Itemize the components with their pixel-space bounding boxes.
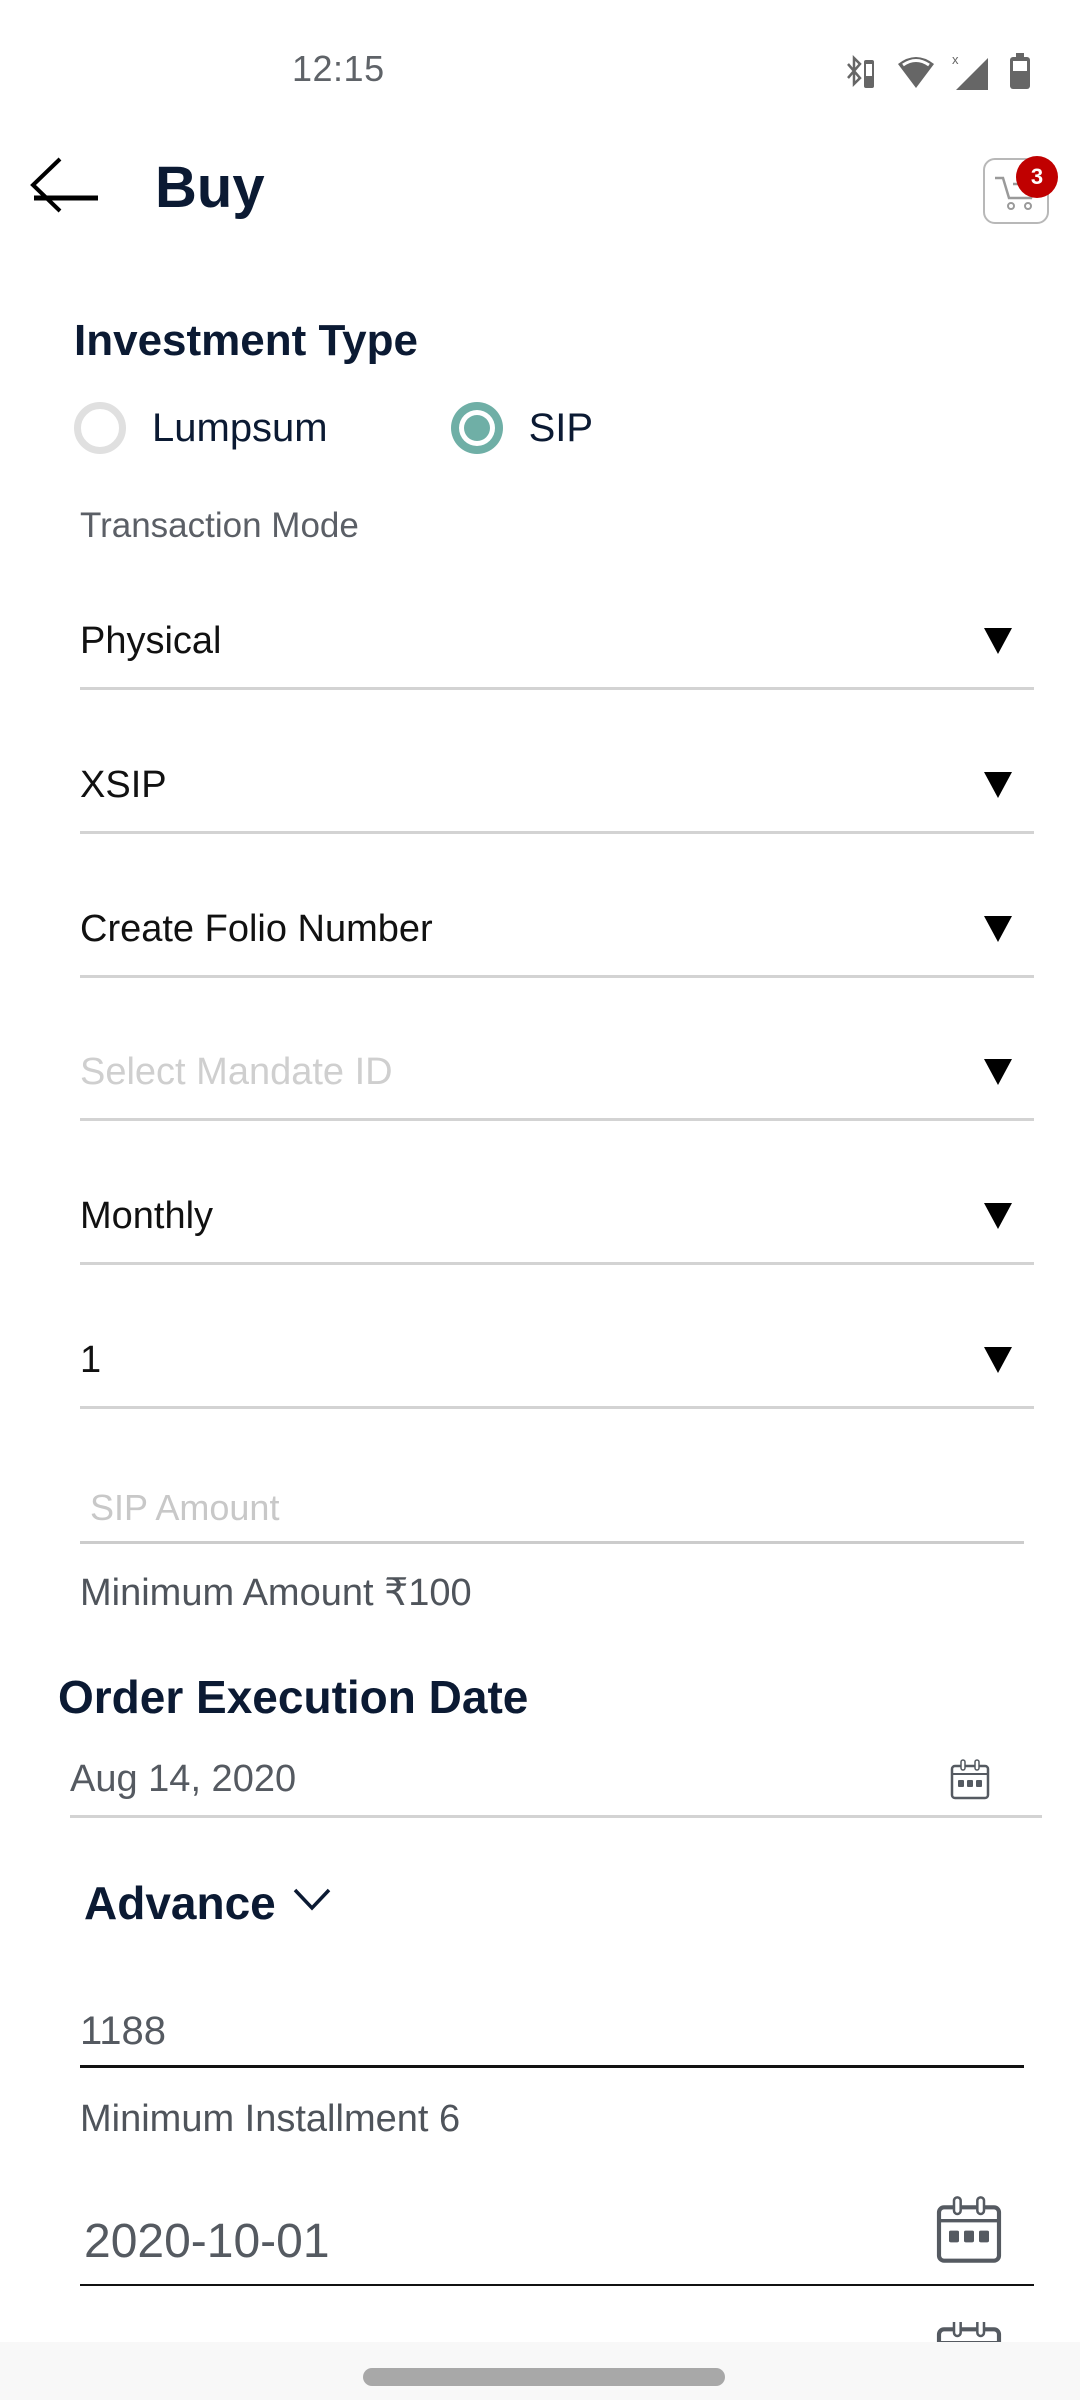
radio-unchecked-icon — [74, 402, 126, 454]
transaction-mode-dropdown[interactable]: Physical — [80, 594, 1034, 690]
sip-start-date-value: 2020-10-01 — [84, 2215, 330, 2268]
folio-dropdown[interactable]: Create Folio Number — [80, 882, 1034, 978]
bluetooth-battery-icon — [844, 54, 880, 95]
back-button[interactable] — [28, 150, 100, 222]
radio-sip[interactable]: SIP — [450, 402, 594, 454]
dropdown-arrow-icon — [984, 772, 1012, 798]
dropdown-arrow-icon — [984, 1347, 1012, 1373]
sip-amount-input[interactable] — [80, 1474, 1024, 1544]
investment-type-heading: Investment Type — [74, 316, 418, 365]
page-title: Buy — [155, 155, 265, 220]
investment-type-radio-group: Lumpsum SIP — [74, 402, 593, 454]
advance-toggle[interactable]: Advance — [84, 1876, 332, 1930]
chevron-down-icon — [293, 1888, 331, 1911]
sip-type-dropdown[interactable]: XSIP — [80, 738, 1034, 834]
app-bar: Buy — [0, 140, 1080, 250]
advance-label: Advance — [84, 1877, 276, 1929]
sip-type-value: XSIP — [80, 764, 167, 806]
calendar-icon — [936, 2196, 1002, 2263]
battery-icon — [1008, 53, 1032, 96]
radio-checked-icon — [450, 402, 503, 454]
radio-lumpsum[interactable]: Lumpsum — [74, 402, 328, 454]
mandate-dropdown[interactable]: Select Mandate ID — [80, 1025, 1034, 1121]
sip-start-date-field[interactable]: 2020-10-01 — [80, 2196, 1034, 2286]
sip-date-dropdown[interactable]: 1 — [80, 1313, 1034, 1409]
order-execution-date-field[interactable]: Aug 14, 2020 — [70, 1748, 1042, 1818]
cellular-no-service-icon: x — [952, 52, 992, 97]
home-gesture-handle[interactable] — [363, 2368, 725, 2386]
dropdown-arrow-icon — [984, 628, 1012, 654]
frequency-dropdown[interactable]: Monthly — [80, 1169, 1034, 1265]
mandate-placeholder: Select Mandate ID — [80, 1051, 393, 1093]
status-time: 12:15 — [292, 48, 385, 89]
dropdown-arrow-icon — [984, 1059, 1012, 1085]
radio-lumpsum-label: Lumpsum — [152, 405, 328, 450]
calendar-icon — [950, 1759, 990, 1800]
system-navigation-bar — [0, 2342, 1080, 2400]
order-execution-date-value: Aug 14, 2020 — [70, 1758, 297, 1800]
svg-text:x: x — [952, 52, 959, 67]
cart-count-badge: 3 — [1016, 156, 1058, 198]
wifi-icon — [896, 54, 936, 95]
dropdown-arrow-icon — [984, 916, 1012, 942]
minimum-amount-text: Minimum Amount ₹100 — [80, 1572, 472, 1614]
transaction-mode-label: Transaction Mode — [80, 506, 359, 545]
order-execution-heading: Order Execution Date — [58, 1671, 529, 1723]
minimum-installment-text: Minimum Installment 6 — [80, 2098, 461, 2140]
status-icons: x — [844, 52, 1032, 97]
radio-sip-label: SIP — [528, 405, 594, 450]
frequency-value: Monthly — [80, 1195, 214, 1237]
status-bar: 12:15 x — [0, 0, 1080, 140]
transaction-mode-value: Physical — [80, 620, 222, 662]
arrow-left-icon — [30, 157, 98, 213]
sip-date-value: 1 — [80, 1339, 102, 1381]
dropdown-arrow-icon — [984, 1203, 1012, 1229]
folio-value: Create Folio Number — [80, 908, 433, 950]
installments-input[interactable] — [80, 1998, 1024, 2068]
